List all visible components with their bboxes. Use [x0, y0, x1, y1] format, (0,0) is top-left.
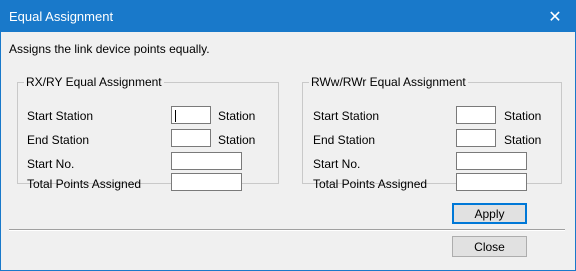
- start-no-label: Start No.: [313, 157, 361, 171]
- text-caret: [175, 110, 176, 122]
- total-points-input[interactable]: [171, 173, 242, 191]
- total-points-label: Total Points Assigned: [313, 177, 428, 191]
- close-button[interactable]: Close: [452, 236, 527, 257]
- rww-rwr-equal-assignment-group: RWw/RWr Equal Assignment Start Station S…: [302, 75, 562, 191]
- rx-ry-equal-assignment-group: RX/RY Equal Assignment Start Station Sta…: [17, 75, 279, 191]
- start-station-label: Start Station: [27, 109, 94, 123]
- end-station-label: End Station: [27, 133, 90, 147]
- total-points-label: Total Points Assigned: [27, 177, 142, 191]
- group-legend: RWw/RWr Equal Assignment: [311, 75, 466, 89]
- start-station-input[interactable]: [171, 106, 211, 124]
- close-icon[interactable]: ✕: [535, 1, 575, 32]
- start-station-input[interactable]: [456, 106, 496, 124]
- total-points-input[interactable]: [456, 173, 527, 191]
- end-station-label: End Station: [313, 133, 376, 147]
- station-unit-label: Station: [504, 133, 542, 147]
- start-no-input[interactable]: [456, 152, 527, 170]
- title-bar: Equal Assignment ✕: [1, 1, 575, 32]
- start-no-label: Start No.: [27, 157, 75, 171]
- separator: [9, 229, 565, 231]
- equal-assignment-dialog: Equal Assignment ✕ Assigns the link devi…: [0, 0, 576, 271]
- station-unit-label: Station: [218, 133, 256, 147]
- group-legend: RX/RY Equal Assignment: [26, 75, 162, 89]
- station-unit-label: Station: [504, 109, 542, 123]
- start-station-label: Start Station: [313, 109, 380, 123]
- description-text: Assigns the link device points equally.: [9, 42, 210, 56]
- end-station-input[interactable]: [171, 129, 211, 147]
- station-unit-label: Station: [218, 109, 256, 123]
- end-station-input[interactable]: [456, 129, 496, 147]
- start-no-input[interactable]: [171, 152, 242, 170]
- window-title: Equal Assignment: [9, 9, 114, 24]
- apply-button[interactable]: Apply: [452, 203, 527, 224]
